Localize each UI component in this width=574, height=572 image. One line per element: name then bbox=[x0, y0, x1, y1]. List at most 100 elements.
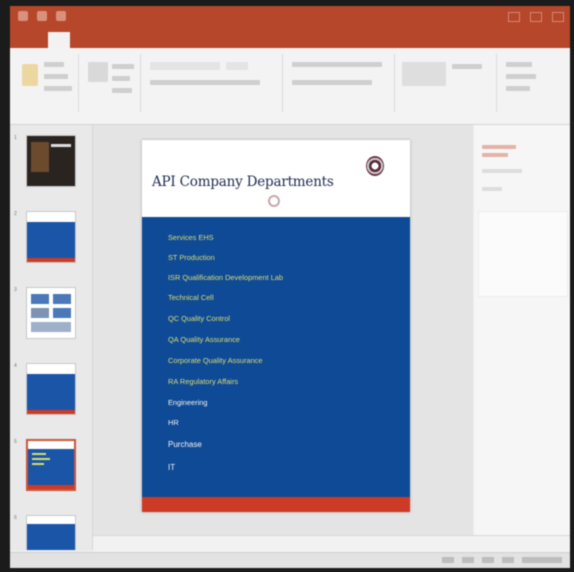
tab-review[interactable] bbox=[272, 32, 294, 48]
slide-title[interactable]: API Company Departments bbox=[152, 174, 334, 190]
tab-animations[interactable] bbox=[192, 32, 220, 48]
thumbnail-row[interactable]: 6 bbox=[14, 515, 88, 550]
design-ideas-pane bbox=[474, 125, 570, 535]
ribbon bbox=[10, 48, 570, 125]
slide-thumbnails-pane: 1 2 3 4 5 6 bbox=[10, 125, 93, 550]
section-button[interactable] bbox=[112, 88, 132, 93]
replace-button[interactable] bbox=[506, 74, 536, 79]
maximize-icon[interactable] bbox=[530, 12, 542, 22]
department-item[interactable]: ISR Qualification Development Lab bbox=[168, 273, 283, 282]
font-size-select[interactable] bbox=[226, 62, 248, 70]
thumbnail-row[interactable]: 4 bbox=[14, 363, 88, 421]
tab-view[interactable] bbox=[306, 32, 326, 48]
ribbon-tabs bbox=[10, 32, 570, 48]
slide-editing-canvas[interactable]: API Company Departments Services EHS ST … bbox=[93, 125, 473, 535]
department-item[interactable]: Services EHS bbox=[168, 233, 214, 242]
normal-view-icon[interactable] bbox=[482, 557, 494, 563]
department-item[interactable]: ST Production bbox=[168, 253, 215, 262]
comments-toggle-icon[interactable] bbox=[462, 557, 474, 563]
slide-content-area[interactable]: Services EHS ST Production ISR Qualifica… bbox=[142, 217, 410, 497]
shapes-gallery[interactable] bbox=[402, 62, 446, 86]
slide-footer-bar bbox=[142, 497, 410, 512]
font-group bbox=[142, 54, 283, 112]
thumbnail-row[interactable]: 1 bbox=[14, 135, 88, 193]
slide-thumbnail[interactable] bbox=[26, 363, 76, 415]
rotate-handle-icon[interactable] bbox=[268, 195, 280, 207]
pane-heading bbox=[482, 153, 508, 157]
notes-toggle-icon[interactable] bbox=[442, 557, 454, 563]
thumbnail-row[interactable]: 3 bbox=[14, 287, 88, 345]
department-item[interactable]: Corporate Quality Assurance bbox=[168, 356, 262, 365]
arrange-button[interactable] bbox=[452, 64, 482, 69]
tab-tell-me[interactable] bbox=[338, 32, 404, 48]
thumbnail-row[interactable]: 2 bbox=[14, 211, 88, 269]
design-preview[interactable] bbox=[478, 211, 568, 297]
pane-heading bbox=[482, 145, 516, 149]
pane-text bbox=[482, 169, 522, 173]
tab-slide-show[interactable] bbox=[232, 32, 260, 48]
slide-thumbnail[interactable] bbox=[26, 211, 76, 263]
font-name-select[interactable] bbox=[150, 62, 220, 70]
department-item[interactable]: QC Quality Control bbox=[168, 314, 230, 323]
bullets-buttons[interactable] bbox=[292, 62, 382, 67]
minimize-icon[interactable] bbox=[508, 12, 520, 22]
copy-button[interactable] bbox=[44, 74, 68, 79]
current-slide[interactable]: API Company Departments Services EHS ST … bbox=[142, 140, 410, 512]
paste-icon[interactable] bbox=[22, 64, 38, 86]
slide-header: API Company Departments bbox=[142, 140, 410, 217]
thumbnail-number: 3 bbox=[14, 287, 17, 293]
powerpoint-window: 1 2 3 4 5 6 API Company Departments Serv… bbox=[10, 6, 570, 568]
thumbnail-number: 5 bbox=[14, 439, 17, 445]
department-item[interactable]: RA Regulatory Affairs bbox=[168, 377, 238, 386]
undo-icon[interactable] bbox=[37, 11, 47, 21]
clipboard-group bbox=[14, 54, 79, 112]
zoom-slider[interactable] bbox=[522, 557, 562, 563]
tab-transitions[interactable] bbox=[150, 32, 180, 48]
quick-access-toolbar bbox=[18, 11, 66, 21]
thumbnail-number: 4 bbox=[14, 363, 17, 369]
tab-insert[interactable] bbox=[82, 32, 104, 48]
font-format-buttons[interactable] bbox=[150, 80, 260, 85]
drawing-group bbox=[396, 54, 497, 112]
status-bar bbox=[10, 552, 570, 568]
department-item[interactable]: HR bbox=[168, 418, 179, 427]
editing-group bbox=[498, 54, 564, 112]
select-button[interactable] bbox=[506, 86, 530, 91]
redo-icon[interactable] bbox=[56, 11, 66, 21]
slide-thumbnail[interactable] bbox=[26, 287, 76, 339]
tab-home[interactable] bbox=[48, 32, 70, 48]
new-slide-button[interactable] bbox=[88, 62, 108, 82]
slides-group bbox=[80, 54, 141, 112]
department-item[interactable]: Purchase bbox=[168, 440, 202, 449]
pane-text bbox=[482, 187, 502, 191]
find-button[interactable] bbox=[506, 62, 532, 67]
cut-button[interactable] bbox=[44, 62, 64, 67]
department-item[interactable]: IT bbox=[168, 463, 175, 472]
slide-thumbnail[interactable] bbox=[26, 515, 76, 550]
department-item[interactable]: Technical Cell bbox=[168, 293, 214, 302]
slide-thumbnail[interactable] bbox=[26, 135, 76, 187]
thumbnail-row[interactable]: 5 bbox=[14, 439, 88, 497]
layout-button[interactable] bbox=[112, 64, 134, 69]
close-icon[interactable] bbox=[552, 12, 564, 22]
reset-button[interactable] bbox=[112, 76, 130, 81]
tab-file[interactable] bbox=[20, 32, 36, 48]
format-painter-button[interactable] bbox=[44, 86, 72, 91]
save-icon[interactable] bbox=[18, 11, 28, 21]
department-item[interactable]: QA Quality Assurance bbox=[168, 335, 240, 344]
company-logo bbox=[352, 156, 400, 200]
thumbnail-number: 2 bbox=[14, 211, 17, 217]
logo-emblem bbox=[366, 156, 384, 176]
thumbnail-number: 1 bbox=[14, 135, 17, 141]
paragraph-group bbox=[284, 54, 395, 112]
view-controls bbox=[442, 557, 562, 563]
window-controls bbox=[508, 12, 564, 22]
department-item[interactable]: Engineering bbox=[168, 398, 207, 407]
tab-design[interactable] bbox=[116, 32, 138, 48]
slide-thumbnail-selected[interactable] bbox=[26, 439, 76, 491]
thumbnail-number: 6 bbox=[14, 515, 17, 521]
notes-pane[interactable] bbox=[93, 535, 570, 552]
align-buttons[interactable] bbox=[292, 80, 372, 85]
slide-sorter-icon[interactable] bbox=[502, 557, 514, 563]
title-bar bbox=[10, 6, 570, 32]
